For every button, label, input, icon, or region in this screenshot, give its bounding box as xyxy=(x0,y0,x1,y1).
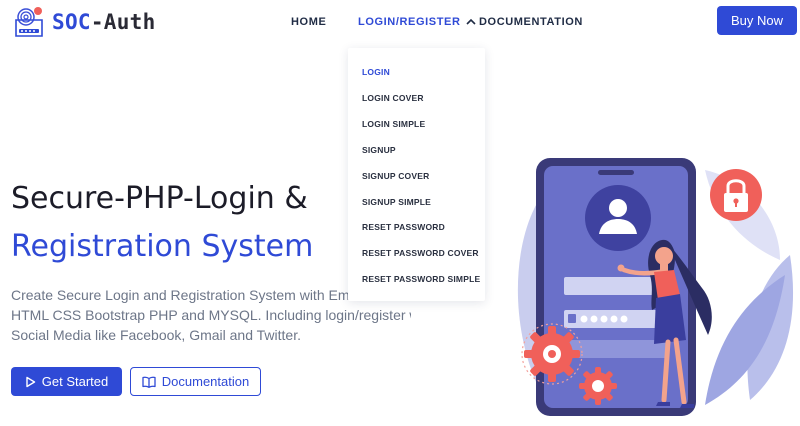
hero-description-line: Social Media like Facebook, Gmail and Tw… xyxy=(11,327,301,343)
dropdown-item-reset-password-simple[interactable]: RESET PASSWORD SIMPLE xyxy=(362,274,480,284)
user-avatar-icon xyxy=(585,185,651,251)
nav-documentation[interactable]: DOCUMENTATION xyxy=(479,16,583,28)
documentation-button[interactable]: Documentation xyxy=(130,367,261,396)
dropdown-item-login-cover[interactable]: LOGIN COVER xyxy=(362,93,424,103)
dropdown-item-signup-cover[interactable]: SIGNUP COVER xyxy=(362,171,429,181)
login-illustration xyxy=(517,158,794,416)
nav-login-register-label: LOGIN/REGISTER xyxy=(358,16,461,28)
hero-description-line: HTML CSS Bootstrap PHP and MYSQL. Includ… xyxy=(11,307,411,323)
buy-now-button[interactable]: Buy Now xyxy=(717,6,797,35)
brand-name-auth: -Auth xyxy=(90,10,156,34)
hero-title-line1: Secure-PHP-Login & xyxy=(11,181,308,216)
dropdown-item-login[interactable]: LOGIN xyxy=(362,67,390,77)
login-register-dropdown: LOGIN LOGIN COVER LOGIN SIMPLE SIGNUP SI… xyxy=(348,48,485,301)
get-started-label: Get Started xyxy=(41,374,109,389)
brand[interactable]: SOC-Auth xyxy=(12,6,156,38)
brand-name-soc: SOC xyxy=(52,10,91,34)
documentation-button-label: Documentation xyxy=(161,374,250,389)
dropdown-item-reset-password[interactable]: RESET PASSWORD xyxy=(362,222,445,232)
gear-icon xyxy=(579,367,617,405)
book-icon xyxy=(142,376,156,388)
brand-name: SOC-Auth xyxy=(52,10,156,34)
dropdown-item-reset-password-cover[interactable]: RESET PASSWORD COVER xyxy=(362,248,479,258)
nav-home[interactable]: HOME xyxy=(291,16,326,28)
get-started-button[interactable]: Get Started xyxy=(11,367,122,396)
play-icon xyxy=(26,376,35,387)
hero-title-line2: Registration System xyxy=(11,229,314,264)
dropdown-item-login-simple[interactable]: LOGIN SIMPLE xyxy=(362,119,425,129)
dropdown-item-signup-simple[interactable]: SIGNUP SIMPLE xyxy=(362,197,431,207)
nav-login-register[interactable]: LOGIN/REGISTER xyxy=(358,16,476,28)
site-header: SOC-Auth HOME LOGIN/REGISTER DOCUMENTATI… xyxy=(0,0,800,44)
fingerprint-lock-icon xyxy=(15,7,43,37)
chevron-up-icon xyxy=(465,18,476,25)
dropdown-item-signup[interactable]: SIGNUP xyxy=(362,145,396,155)
